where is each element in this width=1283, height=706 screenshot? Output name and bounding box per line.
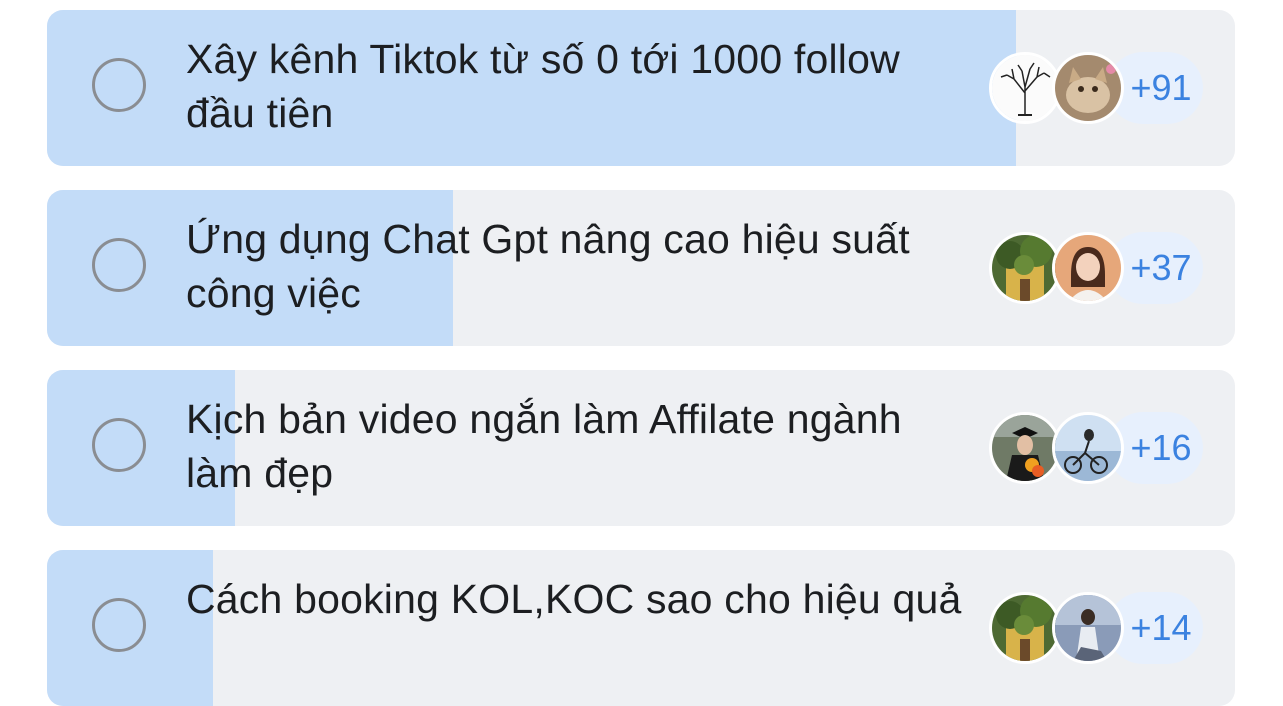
greenery-building-avatar-icon — [989, 592, 1061, 664]
poll-options-list: Xây kênh Tiktok từ số 0 tới 1000 follow … — [0, 0, 1283, 706]
graduate-flowers-avatar-icon — [989, 412, 1061, 484]
greenery-building-avatar-icon — [989, 232, 1061, 304]
kitten-photo-avatar-icon — [1052, 52, 1124, 124]
tree-sketch-avatar-icon — [989, 52, 1061, 124]
woman-sitting-avatar-icon — [1052, 592, 1124, 664]
option-label: Cách booking KOL,KOC sao cho hiệu quả — [186, 576, 962, 622]
radio-button[interactable] — [92, 598, 146, 652]
option-label: Xây kênh Tiktok từ số 0 tới 1000 follow … — [186, 36, 900, 136]
poll-option-affiliate-script[interactable]: Kịch bản video ngắn làm Affilate ngành l… — [47, 370, 1235, 526]
option-label: Ứng dụng Chat Gpt nâng cao hiệu suất côn… — [186, 216, 910, 316]
woman-portrait-avatar-icon — [1052, 232, 1124, 304]
voter-avatars[interactable]: +16 — [987, 412, 1207, 486]
radio-button[interactable] — [92, 238, 146, 292]
option-label: Kịch bản video ngắn làm Affilate ngành l… — [186, 396, 902, 496]
radio-button[interactable] — [92, 58, 146, 112]
voter-avatars[interactable]: +91 — [987, 52, 1207, 126]
poll-option-tiktok[interactable]: Xây kênh Tiktok từ số 0 tới 1000 follow … — [47, 10, 1235, 166]
poll-option-kol-koc-booking[interactable]: Cách booking KOL,KOC sao cho hiệu quả +1… — [47, 550, 1235, 706]
voter-avatars[interactable]: +14 — [987, 592, 1207, 666]
radio-button[interactable] — [92, 418, 146, 472]
bicycle-lake-avatar-icon — [1052, 412, 1124, 484]
poll-option-chatgpt[interactable]: Ứng dụng Chat Gpt nâng cao hiệu suất côn… — [47, 190, 1235, 346]
voter-avatars[interactable]: +37 — [987, 232, 1207, 306]
